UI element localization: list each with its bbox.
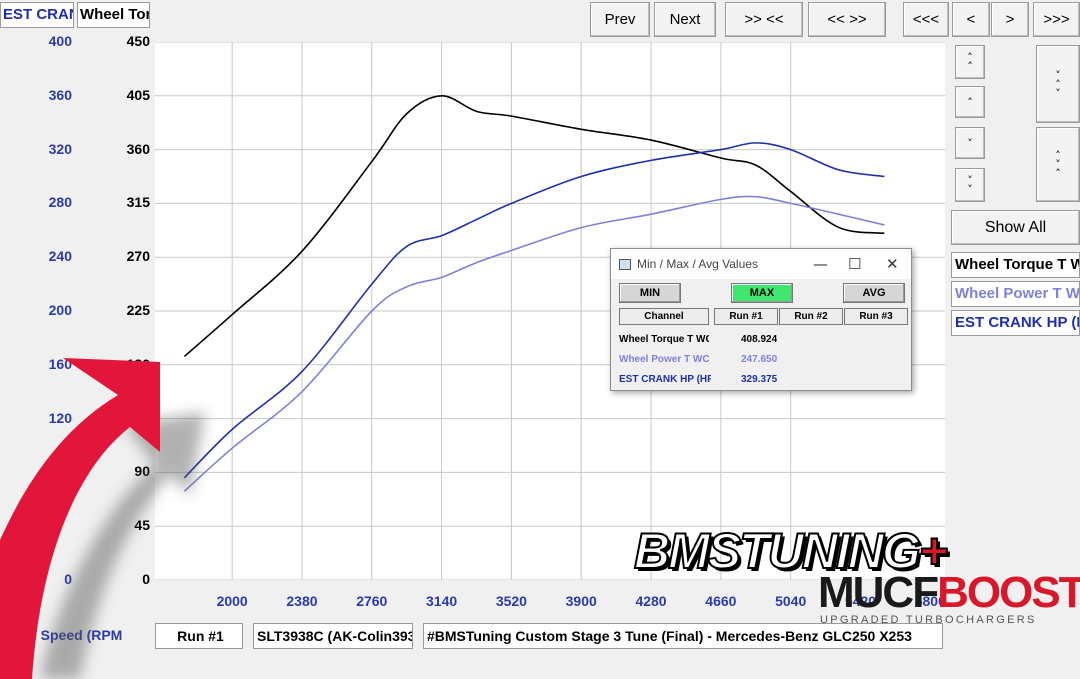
legend-wheel-torque[interactable]: Wheel Torque T WC [951, 252, 1080, 278]
next-button[interactable]: Next [654, 2, 716, 37]
x-tick-label: 4280 [635, 593, 667, 609]
header-run3: Run #3 [844, 308, 908, 325]
min-max-avg-dialog[interactable]: Min / Max / Avg Values — ☐ ✕ MIN MAX AVG… [610, 248, 912, 391]
maximize-icon[interactable]: ☐ [848, 255, 861, 273]
scroll-bottom-icon[interactable]: ˅ ˅ [955, 168, 985, 202]
prev-button[interactable]: Prev [590, 2, 650, 37]
close-icon[interactable]: ✕ [886, 255, 899, 273]
row-channel: Wheel Torque T WC [619, 334, 709, 345]
legend-wheel-power[interactable]: Wheel Power T WC [951, 281, 1080, 307]
row-channel: Wheel Power T WC [619, 354, 709, 365]
avg-button[interactable]: AVG [843, 283, 905, 303]
zoom-in-button[interactable]: >> << [725, 2, 803, 37]
scroll-down-icon[interactable]: ˅ [955, 127, 985, 159]
row-value: 329.375 [741, 374, 778, 385]
x-tick-label: 3140 [426, 593, 458, 609]
header-channel: Channel [619, 308, 709, 325]
legend-est-crank-hp[interactable]: EST CRANK HP (H [951, 310, 1080, 336]
first-button[interactable]: <<< [903, 2, 949, 37]
x-tick-label: 5040 [775, 593, 807, 609]
header-run2: Run #2 [779, 308, 843, 325]
dialog-titlebar[interactable]: Min / Max / Avg Values — ☐ ✕ [611, 249, 911, 279]
row-channel: EST CRANK HP (HP) [619, 374, 711, 385]
collapse-icon[interactable]: ˄ ˅ ˄ [1036, 127, 1080, 202]
mucf-tagline: UPGRADED TURBOCHARGERS [820, 614, 1037, 626]
back-button[interactable]: < [952, 2, 990, 37]
last-button[interactable]: >>> [1033, 2, 1080, 37]
scroll-up-icon[interactable]: ˄ [955, 86, 985, 118]
x-tick-label: 3900 [565, 593, 597, 609]
expand-icon[interactable]: ˅ ˄ ˅ [1036, 45, 1080, 123]
max-button[interactable]: MAX [731, 283, 793, 303]
x-tick-label: 4660 [705, 593, 737, 609]
row-value: 247.650 [741, 354, 778, 365]
red-arrow-overlay [0, 358, 205, 679]
show-all-button[interactable]: Show All [951, 210, 1080, 245]
forward-button[interactable]: > [991, 2, 1029, 37]
min-button[interactable]: MIN [619, 283, 681, 303]
scroll-top-icon[interactable]: ˄ ˄ [955, 45, 985, 79]
row-value: 408.924 [741, 334, 778, 345]
x-tick-label: 2760 [356, 593, 388, 609]
dialog-title: Min / Max / Avg Values [637, 257, 758, 271]
zoom-out-button[interactable]: << >> [808, 2, 886, 37]
description-field: #BMSTuning Custom Stage 3 Tune (Final) -… [423, 623, 943, 649]
header-run1: Run #1 [714, 308, 778, 325]
mucf-boost-logo: MUCFBOOST [818, 568, 1080, 617]
minimize-icon[interactable]: — [813, 255, 828, 273]
x-tick-label: 3520 [495, 593, 527, 609]
window-icon [619, 258, 631, 270]
